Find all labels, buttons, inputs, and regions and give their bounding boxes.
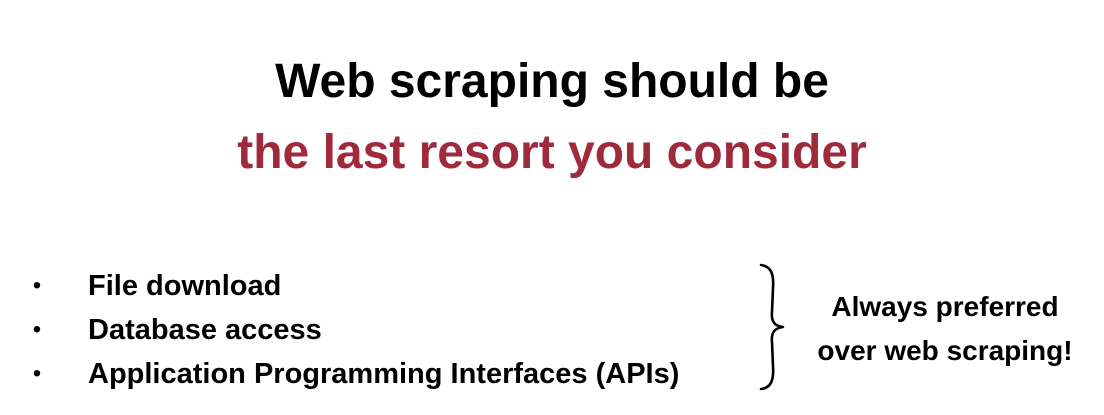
bullet-text-database-access: Database access — [88, 314, 322, 346]
slide-title-line-2: the last resort you consider — [237, 126, 867, 179]
right-curly-brace-icon — [759, 263, 785, 391]
bullet-text-file-download: File download — [88, 270, 282, 302]
note-line-2: over web scraping! — [817, 335, 1073, 366]
note-line-1: Always preferred — [831, 291, 1059, 322]
bullet-marker: • — [32, 316, 42, 343]
slide-title-line-1: Web scraping should be — [275, 55, 829, 108]
preferred-note: Always preferred over web scraping! — [795, 285, 1095, 373]
bullet-marker: • — [32, 360, 42, 387]
bullet-marker: • — [32, 272, 42, 299]
bullet-text-apis: Application Programming Interfaces (APIs… — [88, 358, 680, 390]
